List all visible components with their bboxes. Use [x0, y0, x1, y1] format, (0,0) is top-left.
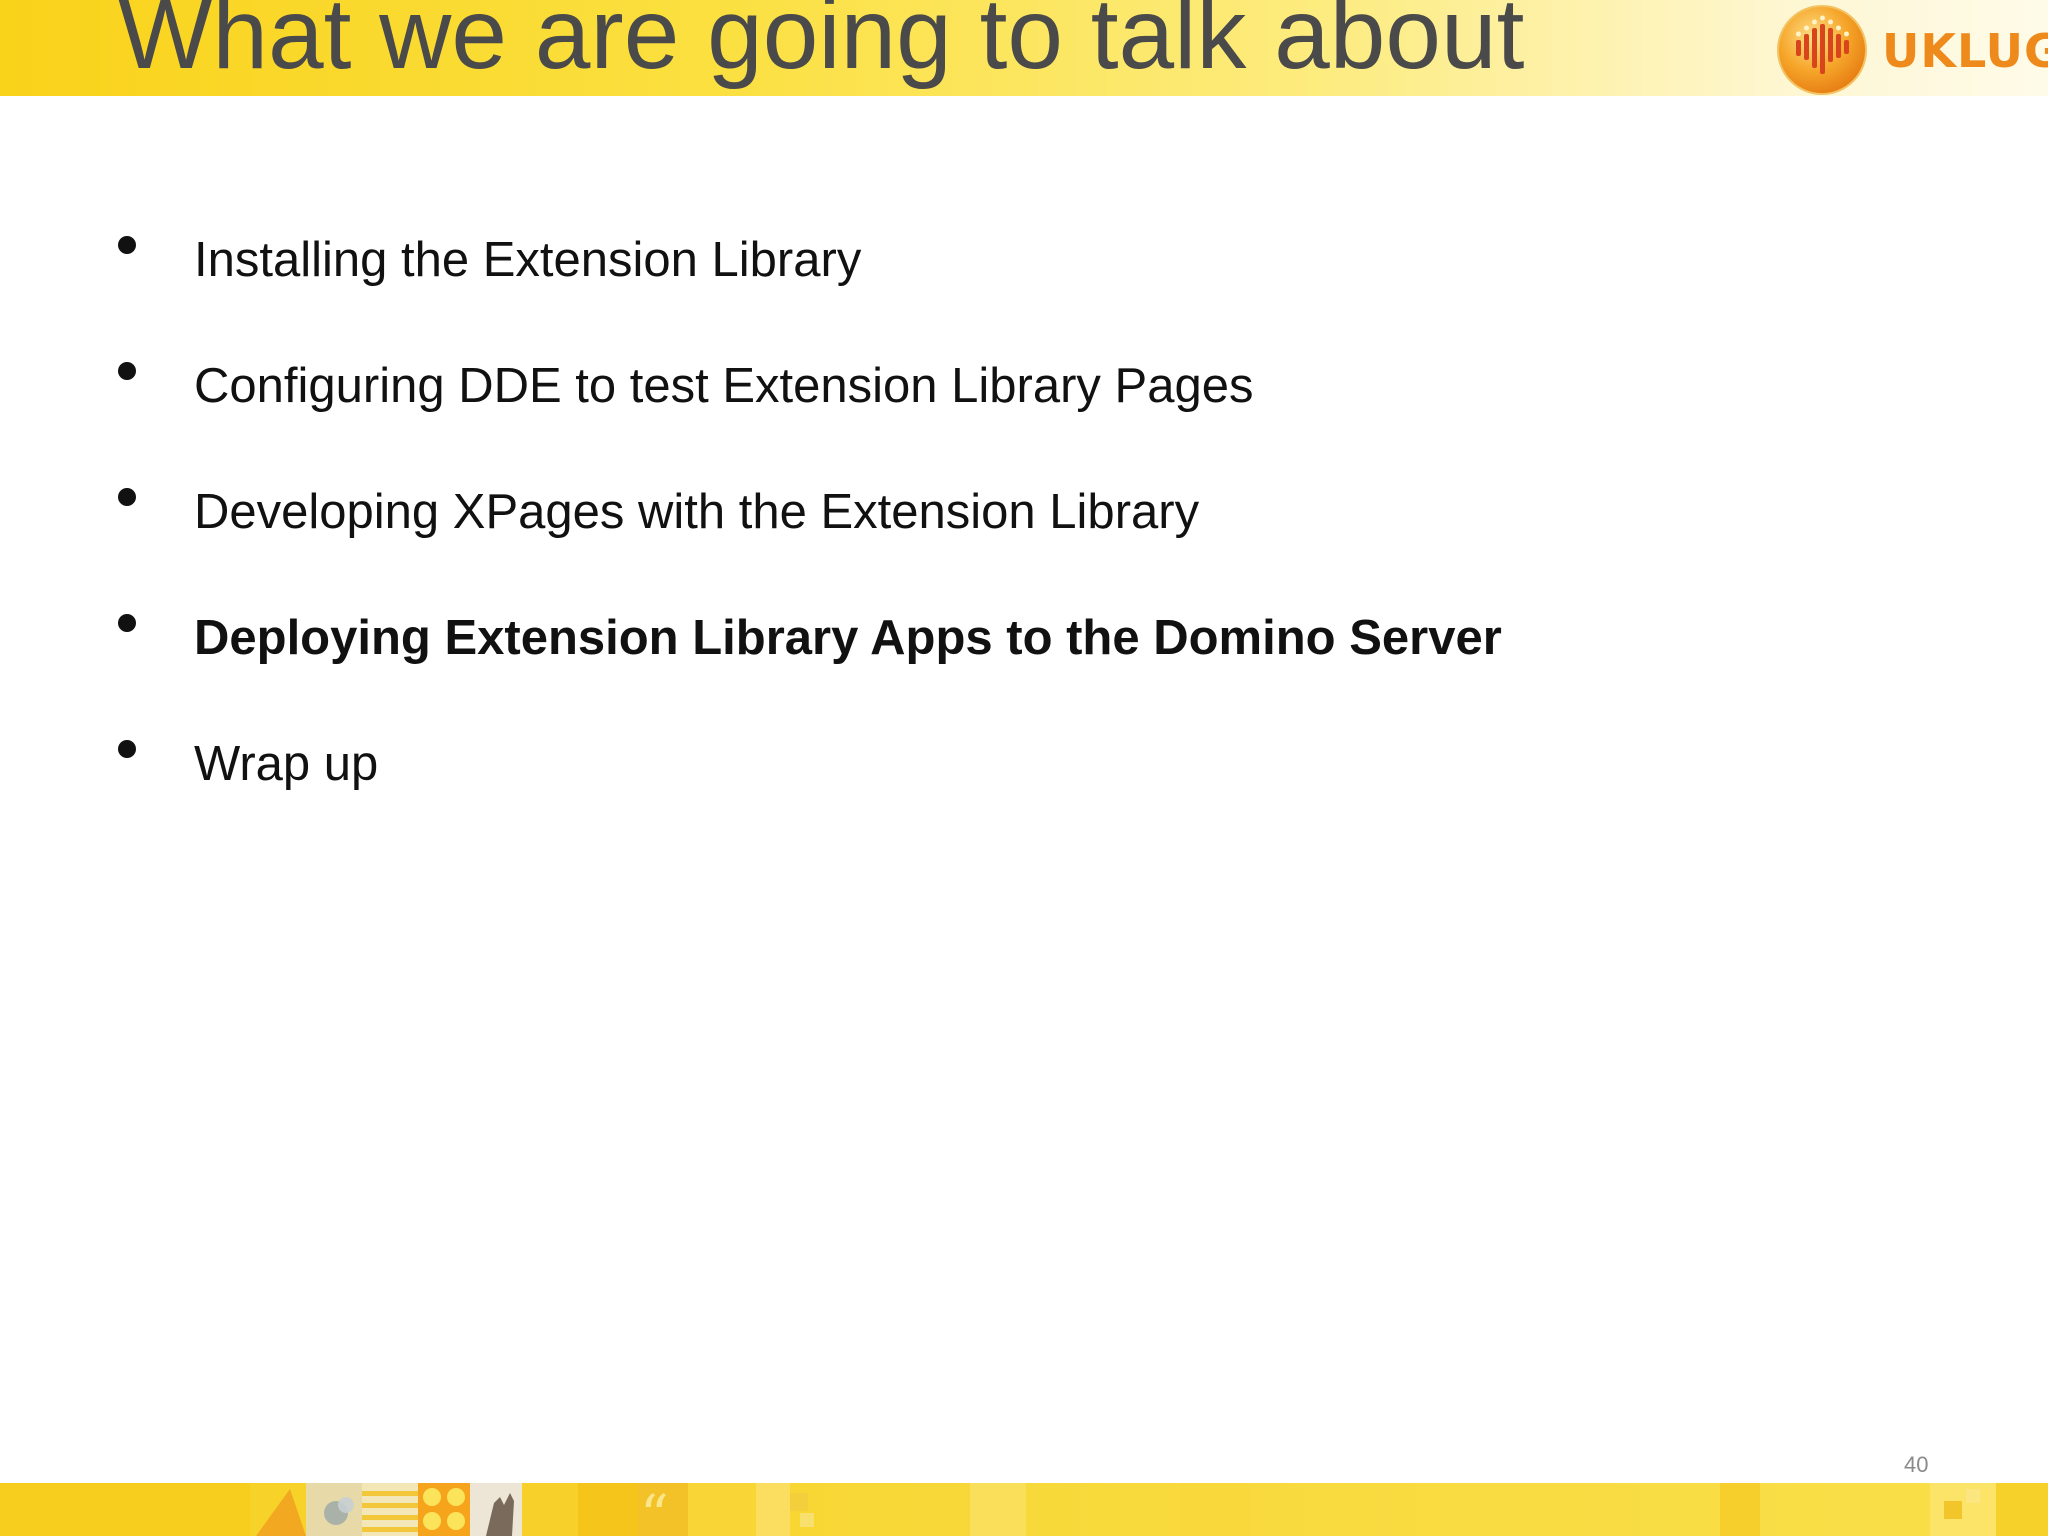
- hand-icon: [470, 1483, 522, 1536]
- footer-decoration: “: [0, 1483, 2048, 1536]
- svg-text:“: “: [640, 1484, 669, 1536]
- logo-text: UKLUG: [1882, 24, 2048, 78]
- list-item-text: Configuring DDE to test Extension Librar…: [194, 359, 1254, 413]
- bullet-icon: [118, 488, 136, 506]
- quote-mark-icon: “: [638, 1483, 688, 1536]
- bullet-icon: [118, 740, 136, 758]
- uklug-logo: UKLUG: [1776, 4, 2048, 95]
- page-number: 40: [1904, 1452, 1929, 1477]
- title-band: What we are going to talk about UKLUG: [0, 0, 2048, 96]
- list-item-text: Developing XPages with the Extension Lib…: [194, 485, 1200, 539]
- uklug-logo-icon: [1777, 5, 1867, 95]
- dots-pattern-icon: [418, 1483, 470, 1536]
- slide-title: What we are going to talk about: [118, 0, 1525, 90]
- list-item-text: Installing the Extension Library: [194, 233, 862, 287]
- list-item-text: Wrap up: [194, 737, 379, 791]
- list-item-text: Deploying Extension Library Apps to the …: [194, 611, 1502, 665]
- footer-band: “: [0, 1483, 2048, 1536]
- bullet-icon: [118, 362, 136, 380]
- bullet-icon: [118, 236, 136, 254]
- bullet-icon: [118, 614, 136, 632]
- stripes-pattern-icon: [362, 1483, 420, 1536]
